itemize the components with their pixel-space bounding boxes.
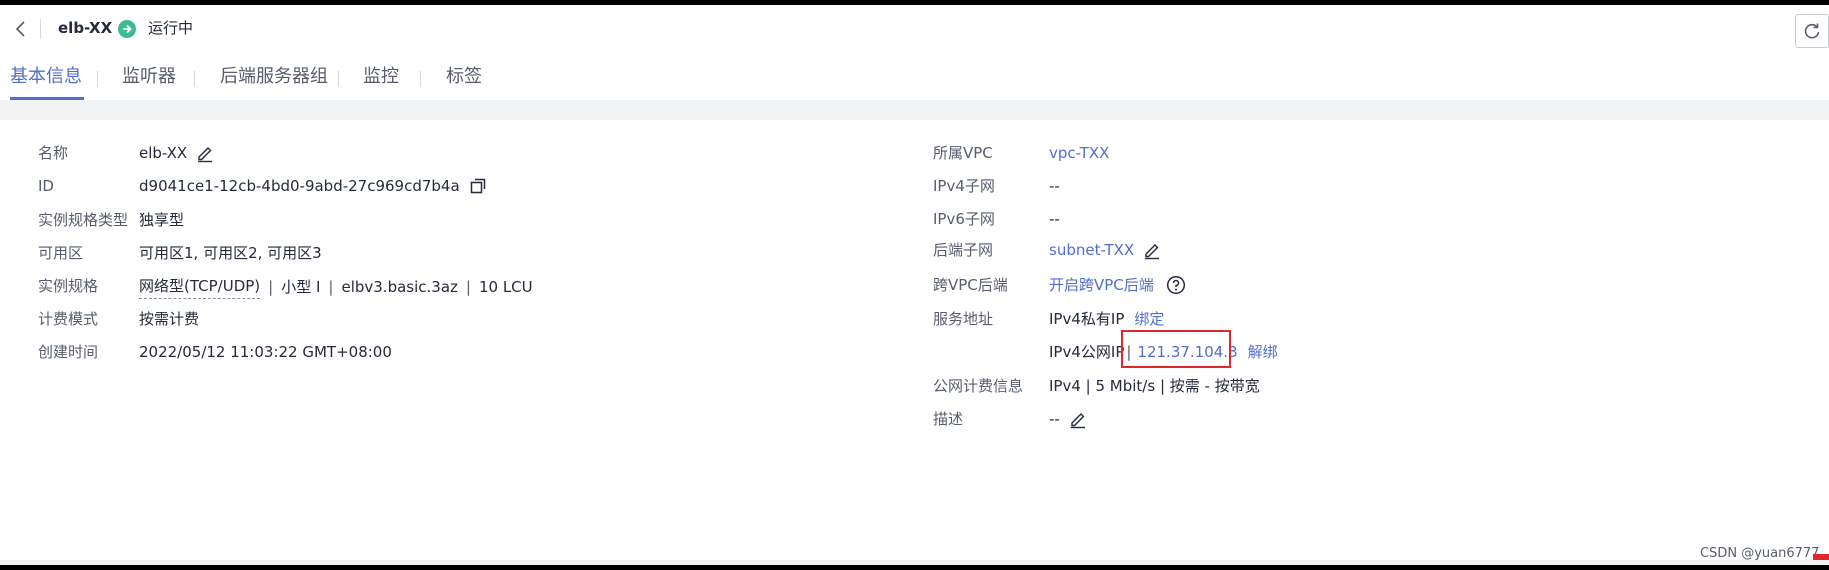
page-header: elb-XX 运行中 基本信息 监听器 后端服务器组 监控 标签: [0, 5, 1829, 100]
spec-separator: |: [465, 277, 471, 296]
public-billing-label: 公网计费信息: [933, 377, 1024, 395]
help-icon[interactable]: [1166, 275, 1186, 295]
bind-link[interactable]: 绑定: [1134, 307, 1164, 331]
spec-separator: |: [328, 277, 334, 296]
desc-label: 描述: [933, 410, 964, 428]
corner-marker: [1813, 554, 1829, 560]
copy-icon[interactable]: [468, 176, 488, 196]
created-label: 创建时间: [38, 343, 99, 361]
public-ip-label: IPv4公网IP: [1049, 343, 1125, 361]
watermark: CSDN @yuan6777: [1700, 546, 1820, 561]
spec-label: 实例规格: [38, 277, 99, 295]
ipv6-subnet-label: IPv6子网: [933, 210, 995, 228]
status-text: 运行中: [148, 19, 194, 37]
tab-monitoring[interactable]: 监控: [363, 65, 399, 100]
ipv6-subnet-value: --: [1049, 210, 1060, 228]
refresh-button[interactable]: [1795, 14, 1829, 48]
ipv4-subnet-label: IPv4子网: [933, 177, 995, 195]
spec-separator: |: [268, 277, 274, 296]
header-divider: [40, 19, 41, 39]
page-title: elb-XX: [58, 19, 113, 37]
vpc-link[interactable]: vpc-TXX: [1049, 141, 1109, 165]
unbind-link[interactable]: 解绑: [1248, 340, 1278, 364]
tab-basic-info[interactable]: 基本信息: [10, 65, 84, 100]
billing-label: 计费模式: [38, 310, 99, 328]
highlight-box: [1121, 330, 1231, 368]
enable-cross-vpc-link[interactable]: 开启跨VPC后端: [1049, 273, 1154, 297]
spec-network-type[interactable]: 网络型(TCP/UDP): [139, 274, 261, 299]
back-button[interactable]: [10, 17, 32, 41]
refresh-icon: [1804, 23, 1820, 39]
tab-divider: [338, 71, 339, 87]
running-status-icon: [117, 19, 137, 39]
az-value: 可用区1, 可用区2, 可用区3: [139, 244, 322, 262]
id-label: ID: [38, 177, 54, 195]
tab-divider: [194, 71, 195, 87]
tab-bar: 基本信息 监听器 后端服务器组 监控 标签: [0, 65, 1829, 100]
tab-backend-server-groups[interactable]: 后端服务器组: [220, 65, 328, 100]
tab-divider: [420, 71, 421, 87]
spec-lcu: 10 LCU: [478, 277, 533, 296]
spec-type-value: 独享型: [139, 211, 185, 229]
spec-code: elbv3.basic.3az: [341, 277, 458, 296]
tab-listeners[interactable]: 监听器: [122, 65, 176, 100]
tab-tags[interactable]: 标签: [446, 65, 482, 100]
vpc-label: 所属VPC: [933, 144, 993, 162]
tab-divider: [97, 71, 98, 87]
backend-subnet-label: 后端子网: [933, 241, 994, 259]
created-value: 2022/05/12 11:03:22 GMT+08:00: [139, 343, 392, 361]
service-addr-label: 服务地址: [933, 310, 994, 328]
console-frame: elb-XX 运行中 基本信息 监听器 后端服务器组 监控 标签 名称 elb-…: [0, 5, 1829, 565]
id-value: d9041ce1-12cb-4bd0-9abd-27c969cd7b4a: [139, 177, 460, 195]
private-ip-label: IPv4私有IP: [1049, 310, 1125, 328]
public-billing-value: IPv4 | 5 Mbit/s | 按需 - 按带宽: [1049, 377, 1260, 395]
desc-value: --: [1049, 410, 1060, 428]
basic-info-panel: 名称 elb-XX ID d9041ce1-12cb-4bd0-9abd-27c…: [0, 120, 1829, 560]
edit-icon[interactable]: [1142, 240, 1162, 260]
billing-value: 按需计费: [139, 310, 200, 328]
backend-subnet-link[interactable]: subnet-TXX: [1049, 238, 1134, 262]
edit-icon[interactable]: [1068, 409, 1088, 429]
spec-size: 小型 I: [281, 277, 321, 296]
name-value: elb-XX: [139, 144, 188, 162]
name-label: 名称: [38, 144, 69, 162]
chevron-left-icon: [15, 21, 25, 37]
edit-icon[interactable]: [195, 143, 215, 163]
spec-type-label: 实例规格类型: [38, 211, 129, 229]
ipv4-subnet-value: --: [1049, 177, 1060, 195]
cross-vpc-label: 跨VPC后端: [933, 276, 1008, 294]
az-label: 可用区: [38, 244, 84, 262]
